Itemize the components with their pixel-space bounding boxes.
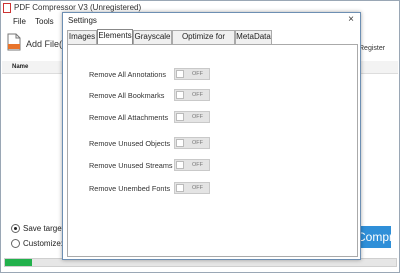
- toggle-knob: [176, 70, 184, 78]
- toggle-state: OFF: [192, 71, 203, 77]
- toggle-state: OFF: [192, 185, 203, 191]
- add-file-icon[interactable]: [7, 33, 21, 51]
- option-label: Remove All Annotations: [89, 70, 167, 79]
- remove-bookmarks-toggle[interactable]: OFF: [174, 89, 210, 101]
- option-remove-attachments: Remove All Attachments OFF: [68, 111, 357, 125]
- option-label: Remove Unembed Fonts: [89, 184, 171, 193]
- tab-metadata[interactable]: MetaData: [235, 30, 272, 44]
- compress-label: Compress: [357, 230, 391, 244]
- window-title: PDF Compressor V3 (Unregistered): [14, 3, 142, 12]
- register-link[interactable]: Register: [359, 45, 385, 52]
- dialog-title: Settings: [68, 16, 97, 25]
- toggle-knob: [176, 113, 184, 121]
- option-remove-unused-objects: Remove Unused Objects OFF: [68, 137, 357, 151]
- progress-fill: [5, 259, 33, 266]
- remove-unused-streams-toggle[interactable]: OFF: [174, 159, 210, 171]
- save-target-radio[interactable]: [11, 224, 20, 233]
- option-label: Remove All Bookmarks: [89, 91, 165, 100]
- option-remove-annotations: Remove All Annotations OFF: [68, 68, 357, 82]
- tab-grayscale[interactable]: Grayscale: [133, 30, 172, 44]
- option-remove-bookmarks: Remove All Bookmarks OFF: [68, 89, 357, 103]
- menu-file[interactable]: File: [13, 17, 26, 26]
- option-remove-unused-streams: Remove Unused Streams OFF: [68, 159, 357, 173]
- option-label: Remove Unused Objects: [89, 139, 171, 148]
- close-icon[interactable]: ×: [348, 14, 354, 25]
- remove-unused-objects-toggle[interactable]: OFF: [174, 137, 210, 149]
- toggle-state: OFF: [192, 162, 203, 168]
- toggle-state: OFF: [192, 140, 203, 146]
- toggle-knob: [176, 91, 184, 99]
- tab-images[interactable]: Images: [67, 30, 97, 44]
- remove-attachments-toggle[interactable]: OFF: [174, 111, 210, 123]
- elements-panel: Remove All Annotations OFF Remove All Bo…: [67, 44, 358, 257]
- settings-tabs: Images Elements Grayscale Optimize for W…: [67, 29, 357, 53]
- toggle-knob: [176, 184, 184, 192]
- remove-unembed-fonts-toggle[interactable]: OFF: [174, 182, 210, 194]
- column-name[interactable]: Name: [12, 64, 28, 70]
- option-label: Remove All Attachments: [89, 113, 169, 122]
- toggle-state: OFF: [192, 92, 203, 98]
- tab-elements[interactable]: Elements: [97, 29, 133, 44]
- settings-dialog: Settings × Images Elements Grayscale Opt…: [62, 12, 361, 260]
- toggle-knob: [176, 139, 184, 147]
- pdf-app-icon: [3, 3, 11, 13]
- option-remove-unembed-fonts: Remove Unembed Fonts OFF: [68, 182, 357, 196]
- menu-tools[interactable]: Tools: [35, 17, 54, 26]
- tab-optimize-for-web[interactable]: Optimize for Web: [172, 30, 235, 53]
- customize-label: Customize:: [23, 239, 64, 248]
- option-label: Remove Unused Streams: [89, 161, 173, 170]
- customize-radio[interactable]: [11, 239, 20, 248]
- toggle-knob: [176, 161, 184, 169]
- remove-annotations-toggle[interactable]: OFF: [174, 68, 210, 80]
- toggle-state: OFF: [192, 114, 203, 120]
